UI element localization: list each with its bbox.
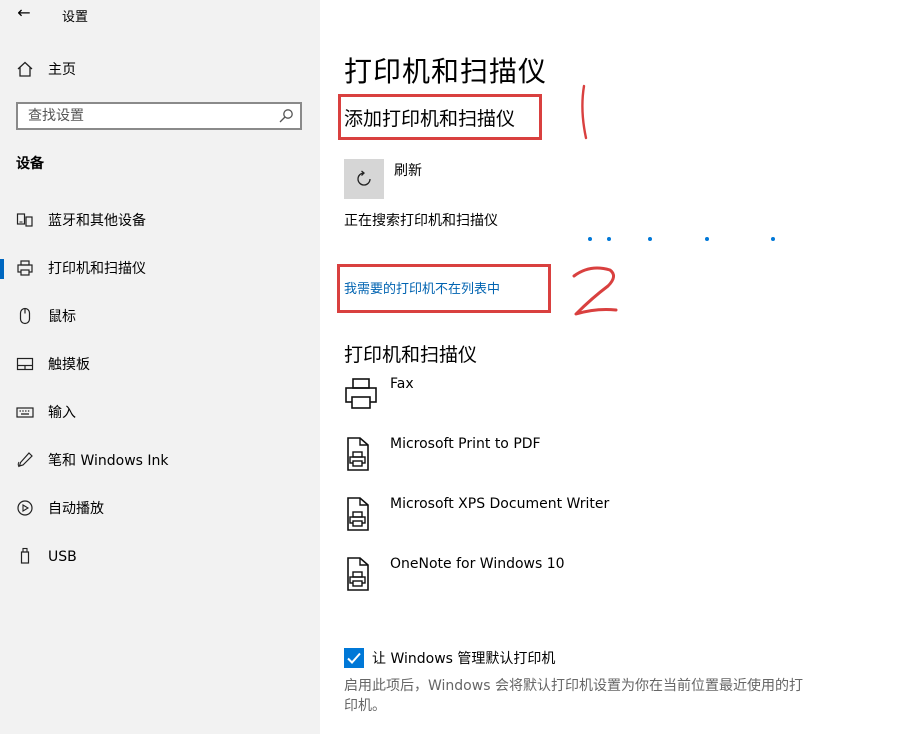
searching-status: 正在搜索打印机和扫描仪: [344, 213, 498, 229]
touchpad-icon: [16, 357, 34, 371]
sidebar-item-label: 鼠标: [48, 309, 76, 325]
app-title: 设置: [62, 10, 89, 25]
sidebar-item-mouse[interactable]: 鼠标: [0, 302, 320, 332]
keyboard-icon: [16, 407, 34, 418]
progress-dot: [588, 237, 592, 241]
sidebar-item-label: 自动播放: [48, 501, 104, 517]
document-printer-icon: [347, 437, 369, 471]
settings-search[interactable]: [16, 102, 302, 130]
sidebar-item-touchpad[interactable]: 触摸板: [0, 350, 320, 380]
sidebar-item-label: 打印机和扫描仪: [48, 261, 146, 277]
section-title-devices: 设备: [16, 156, 44, 172]
nav-home-label: 主页: [48, 62, 76, 78]
document-printer-icon: [347, 557, 369, 591]
printer-item-fax[interactable]: Fax: [344, 374, 784, 426]
checkbox[interactable]: [344, 648, 364, 668]
document-printer-icon: [347, 497, 369, 531]
home-icon: [17, 61, 33, 77]
refresh-label: 刷新: [394, 163, 422, 179]
main-content: 打印机和扫描仪 添加打印机和扫描仪 刷新 正在搜索打印机和扫描仪 我需要的打印机…: [320, 0, 920, 734]
sidebar-item-bluetooth[interactable]: 蓝牙和其他设备: [0, 206, 320, 236]
autoplay-icon: [17, 500, 33, 516]
search-input[interactable]: [28, 107, 268, 125]
sidebar-item-autoplay[interactable]: 自动播放: [0, 494, 320, 524]
manage-default-printer-checkbox[interactable]: 让 Windows 管理默认打印机: [344, 646, 744, 670]
sidebar-item-label: USB: [48, 549, 77, 565]
refresh-icon: [357, 170, 371, 186]
pen-icon: [17, 452, 33, 468]
sidebar: ← 设置 主页 设备 蓝牙和其他设备 打印机和扫描仪: [0, 0, 320, 734]
printer-item-onenote[interactable]: OneNote for Windows 10: [344, 554, 784, 606]
active-indicator: [0, 259, 4, 279]
sidebar-item-label: 输入: [48, 405, 76, 421]
add-printer-button[interactable]: 添加打印机和扫描仪: [344, 104, 515, 131]
sidebar-item-label: 蓝牙和其他设备: [48, 213, 146, 229]
printer-name: OneNote for Windows 10: [390, 556, 565, 572]
printer-icon: [17, 260, 33, 276]
printers-list-title: 打印机和扫描仪: [344, 344, 478, 366]
checkbox-label: 让 Windows 管理默认打印机: [372, 651, 556, 667]
sidebar-item-typing[interactable]: 输入: [0, 398, 320, 428]
title-bar: ← 设置: [0, 0, 320, 28]
progress-dot: [705, 237, 709, 241]
usb-icon: [20, 547, 30, 564]
sidebar-item-pen[interactable]: 笔和 Windows Ink: [0, 446, 320, 476]
checkbox-description: 启用此项后，Windows 会将默认打印机设置为你在当前位置最近使用的打印机。: [344, 678, 803, 714]
refresh-button[interactable]: [344, 159, 384, 199]
sidebar-item-printers[interactable]: 打印机和扫描仪: [0, 254, 320, 284]
search-icon[interactable]: [278, 108, 294, 124]
printer-name: Microsoft XPS Document Writer: [390, 496, 610, 512]
bluetooth-devices-icon: [16, 213, 33, 227]
fax-printer-icon: [345, 378, 377, 409]
mouse-icon: [19, 307, 31, 325]
back-button[interactable]: ←: [14, 2, 34, 24]
printer-item-xps[interactable]: Microsoft XPS Document Writer: [344, 494, 784, 546]
printer-item-pdf[interactable]: Microsoft Print to PDF: [344, 434, 784, 486]
progress-dot: [648, 237, 652, 241]
checkmark-icon: [347, 652, 361, 664]
sidebar-item-label: 笔和 Windows Ink: [48, 453, 169, 469]
sidebar-item-label: 触摸板: [48, 357, 90, 373]
progress-dot: [607, 237, 611, 241]
progress-dot: [771, 237, 775, 241]
nav-home[interactable]: 主页: [0, 58, 320, 82]
printer-not-listed-link[interactable]: 我需要的打印机不在列表中: [344, 278, 500, 297]
printer-name: Microsoft Print to PDF: [390, 436, 541, 452]
sidebar-item-usb[interactable]: USB: [0, 542, 320, 572]
printer-name: Fax: [390, 376, 414, 392]
page-title: 打印机和扫描仪: [344, 55, 548, 88]
